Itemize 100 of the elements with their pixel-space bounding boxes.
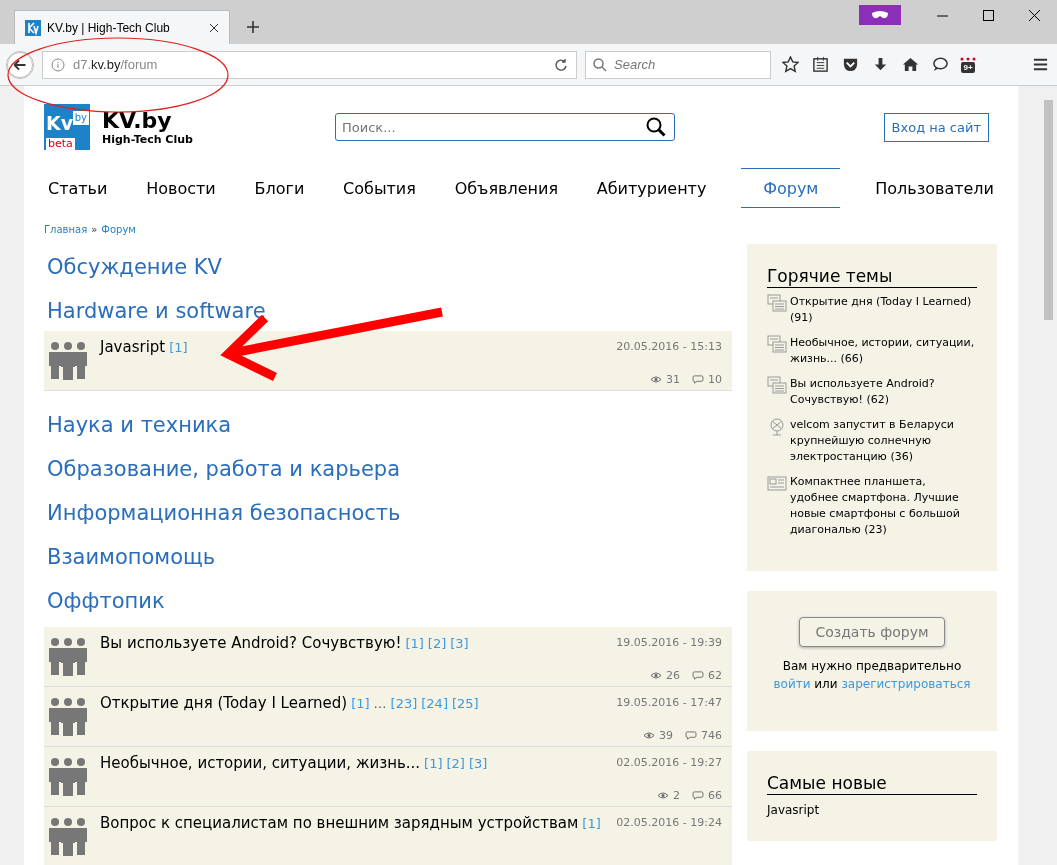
address-bar[interactable]: d7.kv.by/forum (42, 50, 577, 79)
topic-title[interactable]: Вопрос к специалистам по внешним зарядным устройствам (100, 814, 579, 832)
topic-title[interactable]: Javasript (100, 338, 166, 356)
comment-icon (692, 671, 704, 680)
search-icon (593, 57, 607, 72)
panel-title: Самые новые (767, 773, 977, 795)
panel-title: Горячие темы (767, 266, 977, 288)
close-icon[interactable] (209, 22, 219, 33)
group-icon (48, 756, 88, 796)
maximize-icon[interactable] (982, 9, 994, 21)
reload-icon[interactable] (554, 57, 568, 72)
topic-title[interactable]: Вы используете Android? Сочувствую! (100, 634, 402, 652)
group-icon (48, 636, 88, 676)
nav-tab[interactable]: События (339, 168, 420, 208)
eye-icon (643, 731, 655, 740)
topic-row[interactable]: Необычное, истории, ситуации, жизнь... [1] [2] [3] 02.05.2016 - 19:27 2 66 (44, 747, 732, 807)
page-link[interactable]: [23] (390, 696, 418, 711)
eye-icon (650, 671, 662, 680)
page-link[interactable]: [3] (468, 756, 488, 771)
close-icon[interactable] (1028, 9, 1040, 21)
topic-row[interactable]: Открытие дня (Today I Learned) [1] … [23] [24] [25] 19.05.2016 - 17:47 39 746 (44, 687, 732, 747)
page-link[interactable]: [2] (446, 756, 465, 771)
topic-date: 02.05.2016 - 19:24 (616, 816, 722, 829)
topic-date: 20.05.2016 - 15:13 (616, 340, 722, 353)
tab-title: KV.by | High-Tech Club (47, 20, 171, 35)
nav-tab[interactable]: Абитуриенту (592, 168, 711, 208)
topic-date: 02.05.2016 - 19:27 (616, 756, 722, 769)
topic-title[interactable]: Открытие дня (Today I Learned) (100, 694, 348, 712)
comment-count: 66 (708, 789, 722, 802)
topic-date: 19.05.2016 - 17:47 (616, 696, 722, 709)
dots-icon (959, 56, 977, 61)
topic-row[interactable]: Вопрос к специалистам по внешним зарядным устройствам [1] 02.05.2016 - 19:24 (44, 807, 732, 865)
hot-topic-link[interactable]: Вы используете Android? Сочувствую! (62) (790, 376, 977, 408)
site-name: KV.by (102, 108, 173, 133)
browser-tab[interactable]: KV.by | High-Tech Club (14, 10, 230, 44)
hot-topic-link[interactable]: velcom запустит в Беларуси крупнейшую солнечную электростанцию (36) (790, 417, 977, 465)
group-icon (48, 340, 88, 380)
breadcrumb-separator: » (91, 224, 98, 235)
chat-icon[interactable] (931, 56, 949, 73)
menu-icon[interactable] (1031, 56, 1049, 73)
comment-icon (692, 791, 704, 800)
register-link[interactable]: зарегистрироваться (841, 677, 971, 691)
view-count: 26 (666, 669, 680, 682)
chat-bubbles-icon (767, 294, 787, 314)
search-icon[interactable] (645, 116, 667, 138)
breadcrumb-link[interactable]: Главная (44, 224, 88, 235)
home-icon[interactable] (901, 56, 919, 73)
page-link[interactable]: [25] (451, 696, 479, 711)
star-icon[interactable] (781, 56, 799, 73)
topic-date: 19.05.2016 - 19:39 (616, 636, 722, 649)
forum-category-link[interactable]: Образование, работа и карьера (47, 451, 732, 495)
comment-count: 746 (701, 729, 722, 742)
nav-tab[interactable]: Объявления (450, 168, 562, 208)
site-search-field[interactable]: Поиск... (335, 113, 675, 141)
login-hint: Вам нужно предварительно войти или зарегистрироваться (773, 658, 971, 693)
group-icon (48, 696, 88, 736)
back-button[interactable] (6, 50, 34, 79)
eye-icon (650, 375, 662, 384)
nav-tab[interactable]: Новости (142, 168, 220, 208)
site-tagline: High-Tech Club (102, 132, 193, 146)
comment-icon (685, 731, 697, 740)
topic-row[interactable]: Вы используете Android? Сочувствую! [1] [2] [3] 19.05.2016 - 19:39 26 62 (44, 627, 732, 687)
forum-category-link[interactable]: Информационная безопасность (47, 495, 732, 539)
view-count: 39 (659, 729, 673, 742)
view-count: 2 (673, 789, 680, 802)
browser-search-field[interactable]: Search (585, 50, 771, 79)
chat-bubbles-icon (767, 335, 787, 355)
login-button[interactable]: Вход на сайт (883, 112, 989, 142)
site-favicon (25, 19, 41, 36)
info-icon[interactable] (51, 57, 65, 72)
nav-tab[interactable]: Блоги (250, 168, 309, 208)
topic-title[interactable]: Необычное, истории, ситуации, жизнь... (100, 754, 421, 772)
forum-category-link[interactable]: Взаимопомощь (47, 539, 732, 583)
comment-count: 62 (708, 669, 722, 682)
chat-bubbles-icon (767, 376, 787, 396)
page-ellipsis: … (373, 696, 387, 711)
page-link[interactable]: [24] (421, 696, 448, 711)
comment-count: 10 (708, 373, 722, 386)
newest-topic-link[interactable]: Javasript (767, 803, 977, 817)
reading-list-icon[interactable] (811, 56, 829, 73)
hot-topic-link[interactable]: Необычное, истории, ситуации, жизнь... (66) (790, 335, 977, 367)
login-link[interactable]: войти (773, 677, 811, 691)
forum-category-link[interactable]: Обсуждение KV (47, 249, 732, 293)
nav-tab[interactable]: Форум (741, 168, 841, 208)
hot-topic-link[interactable]: Компактнее планшета, удобнее смартфона. Лучшие новые смартфоны с большой диагональю (23) (790, 474, 977, 538)
globe-icon (767, 417, 787, 437)
eye-icon (657, 791, 669, 800)
forum-category-link[interactable]: Оффтопик (47, 583, 732, 627)
topic-row[interactable]: Javasript [1] 20.05.2016 - 15:13 31 10 (44, 331, 732, 391)
new-tab-icon[interactable] (246, 20, 260, 34)
pocket-icon[interactable] (841, 56, 859, 73)
view-count: 31 (666, 373, 680, 386)
nav-tab[interactable]: Статьи (44, 168, 112, 208)
hot-topic-link[interactable]: Открытие дня (Today I Learned) (91) (790, 294, 977, 326)
group-icon (48, 816, 88, 856)
forum-category-link[interactable]: Наука и техника (47, 407, 732, 451)
create-forum-button[interactable]: Создать форум (799, 617, 945, 647)
comment-icon (692, 375, 704, 384)
breadcrumb-link[interactable]: Форум (101, 224, 136, 235)
nav-tab[interactable]: Пользователи (871, 168, 998, 208)
